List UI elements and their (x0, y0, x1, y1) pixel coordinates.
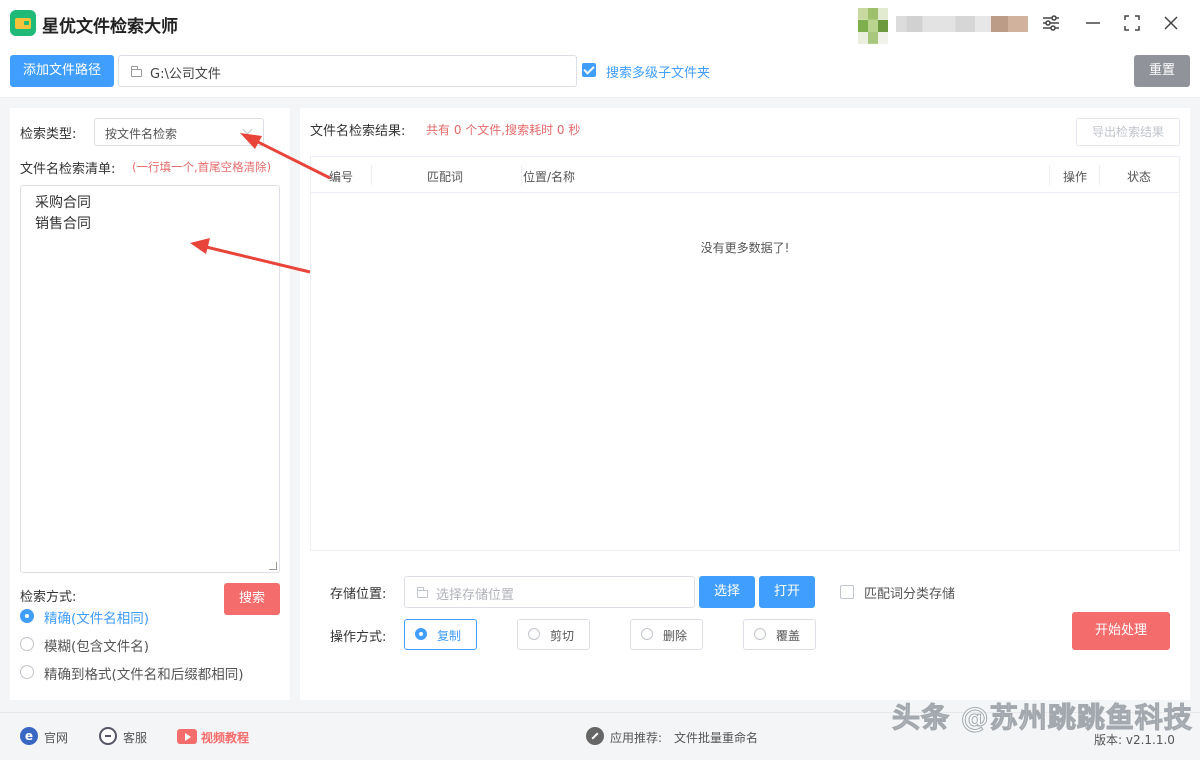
classify-by-keyword-label[interactable]: 匹配词分类存储 (864, 583, 955, 602)
open-location-button[interactable]: 打开 (759, 576, 815, 608)
maximize-icon[interactable] (1121, 12, 1143, 34)
username-blurred[interactable] (896, 16, 1028, 32)
method-exact-label: 精确(文件名相同) (44, 611, 150, 627)
path-input[interactable]: G:\公司文件 (118, 55, 577, 87)
column-divider (521, 165, 522, 185)
keyword-line: 采购合同 (35, 195, 91, 211)
website-link[interactable]: 官网 (44, 729, 68, 746)
radio-unchecked-icon (528, 628, 540, 640)
path-value: G:\公司文件 (150, 67, 221, 82)
radio-unchecked-icon (641, 628, 653, 640)
operation-overwrite-label: 覆盖 (776, 629, 801, 643)
column-divider (1099, 165, 1100, 185)
method-fuzzy-label: 模糊(包含文件名) (44, 639, 150, 655)
recommend-app-link[interactable]: 文件批量重命名 (674, 729, 758, 746)
search-type-label: 检索类型: (20, 127, 77, 142)
results-table: 编号 匹配词 位置/名称 操作 状态 没有更多数据了! (310, 156, 1180, 551)
search-subfolders-checkbox[interactable] (582, 63, 596, 77)
column-header-location[interactable]: 位置/名称 (523, 168, 575, 185)
operation-cut-radio[interactable]: 剪切 (517, 619, 590, 650)
column-header-index[interactable]: 编号 (329, 168, 353, 185)
radio-checked-icon (20, 609, 34, 623)
results-label: 文件名检索结果: (310, 124, 406, 139)
keyword-line: 销售合同 (35, 216, 91, 232)
video-play-icon[interactable] (177, 729, 197, 744)
chat-bubble-icon[interactable] (99, 727, 117, 745)
storage-location-placeholder: 选择存储位置 (436, 588, 515, 603)
app-title: 星优文件检索大师 (42, 17, 178, 37)
radio-unchecked-icon (20, 637, 34, 651)
video-tutorial-link[interactable]: 视频教程 (201, 729, 249, 746)
add-path-button[interactable]: 添加文件路径 (10, 55, 114, 87)
table-header: 编号 匹配词 位置/名称 操作 状态 (311, 157, 1179, 193)
app-logo-icon (10, 10, 36, 36)
toolbar: 添加文件路径 G:\公司文件 搜索多级子文件夹 重置 (0, 48, 1200, 98)
column-divider (371, 165, 372, 185)
export-results-button[interactable]: 导出检索结果 (1076, 118, 1180, 146)
search-subfolders-label[interactable]: 搜索多级子文件夹 (606, 62, 710, 81)
results-summary: 共有 0 个文件,搜索耗时 0 秒 (426, 123, 581, 137)
storage-location-label: 存储位置: (330, 587, 387, 602)
resize-grip-icon[interactable] (269, 562, 277, 570)
operation-delete-radio[interactable]: 删除 (630, 619, 703, 650)
column-divider (1049, 165, 1050, 185)
keyword-list-hint: (一行填一个,首尾空格清除) (132, 160, 272, 174)
keyword-list-textarea[interactable]: 采购合同 销售合同 (20, 185, 280, 573)
settings-icon[interactable] (1040, 12, 1062, 34)
link-icon (586, 727, 604, 745)
folder-icon (131, 66, 142, 77)
empty-table-message: 没有更多数据了! (700, 241, 790, 255)
operation-delete-label: 删除 (663, 629, 688, 643)
search-method-label: 检索方式: (20, 590, 77, 605)
search-settings-panel: 检索类型: 按文件名检索 文件名检索清单: (一行填一个,首尾空格清除) 采购合… (10, 108, 290, 700)
column-header-action[interactable]: 操作 (1063, 168, 1087, 185)
search-type-value: 按文件名检索 (105, 127, 178, 141)
operation-cut-label: 剪切 (550, 629, 575, 643)
search-button[interactable]: 搜索 (224, 583, 280, 615)
user-avatar[interactable] (858, 8, 888, 44)
classify-by-keyword-checkbox[interactable] (840, 585, 854, 599)
radio-checked-icon (415, 628, 427, 640)
radio-unchecked-icon (20, 665, 34, 679)
operation-copy-label: 复制 (437, 629, 462, 643)
results-panel: 文件名检索结果: 共有 0 个文件,搜索耗时 0 秒 导出检索结果 编号 匹配词… (300, 108, 1190, 700)
start-processing-button[interactable]: 开始处理 (1072, 612, 1170, 650)
search-type-select[interactable]: 按文件名检索 (94, 118, 264, 146)
operation-copy-radio[interactable]: 复制 (404, 619, 477, 650)
operation-overwrite-radio[interactable]: 覆盖 (743, 619, 816, 650)
column-header-status[interactable]: 状态 (1127, 168, 1151, 185)
storage-location-input[interactable]: 选择存储位置 (404, 576, 695, 608)
recommend-label: 应用推荐: (610, 731, 663, 745)
customer-service-link[interactable]: 客服 (123, 729, 147, 746)
radio-unchecked-icon (754, 628, 766, 640)
close-icon[interactable] (1160, 12, 1182, 34)
method-exact-format-label: 精确到格式(文件名和后缀都相同) (44, 667, 244, 683)
title-bar: 星优文件检索大师 (0, 0, 1200, 48)
minimize-icon[interactable] (1082, 12, 1104, 34)
column-header-keyword[interactable]: 匹配词 (427, 168, 463, 185)
ie-browser-icon[interactable]: e (20, 727, 38, 745)
watermark-text: 头条 @苏州跳跳鱼科技 (892, 701, 1193, 735)
reset-button[interactable]: 重置 (1134, 55, 1190, 87)
folder-icon (417, 587, 428, 598)
operation-mode-label: 操作方式: (330, 630, 387, 645)
keyword-list-label: 文件名检索清单: (20, 162, 116, 177)
chevron-down-icon (242, 124, 253, 135)
choose-location-button[interactable]: 选择 (699, 576, 755, 608)
